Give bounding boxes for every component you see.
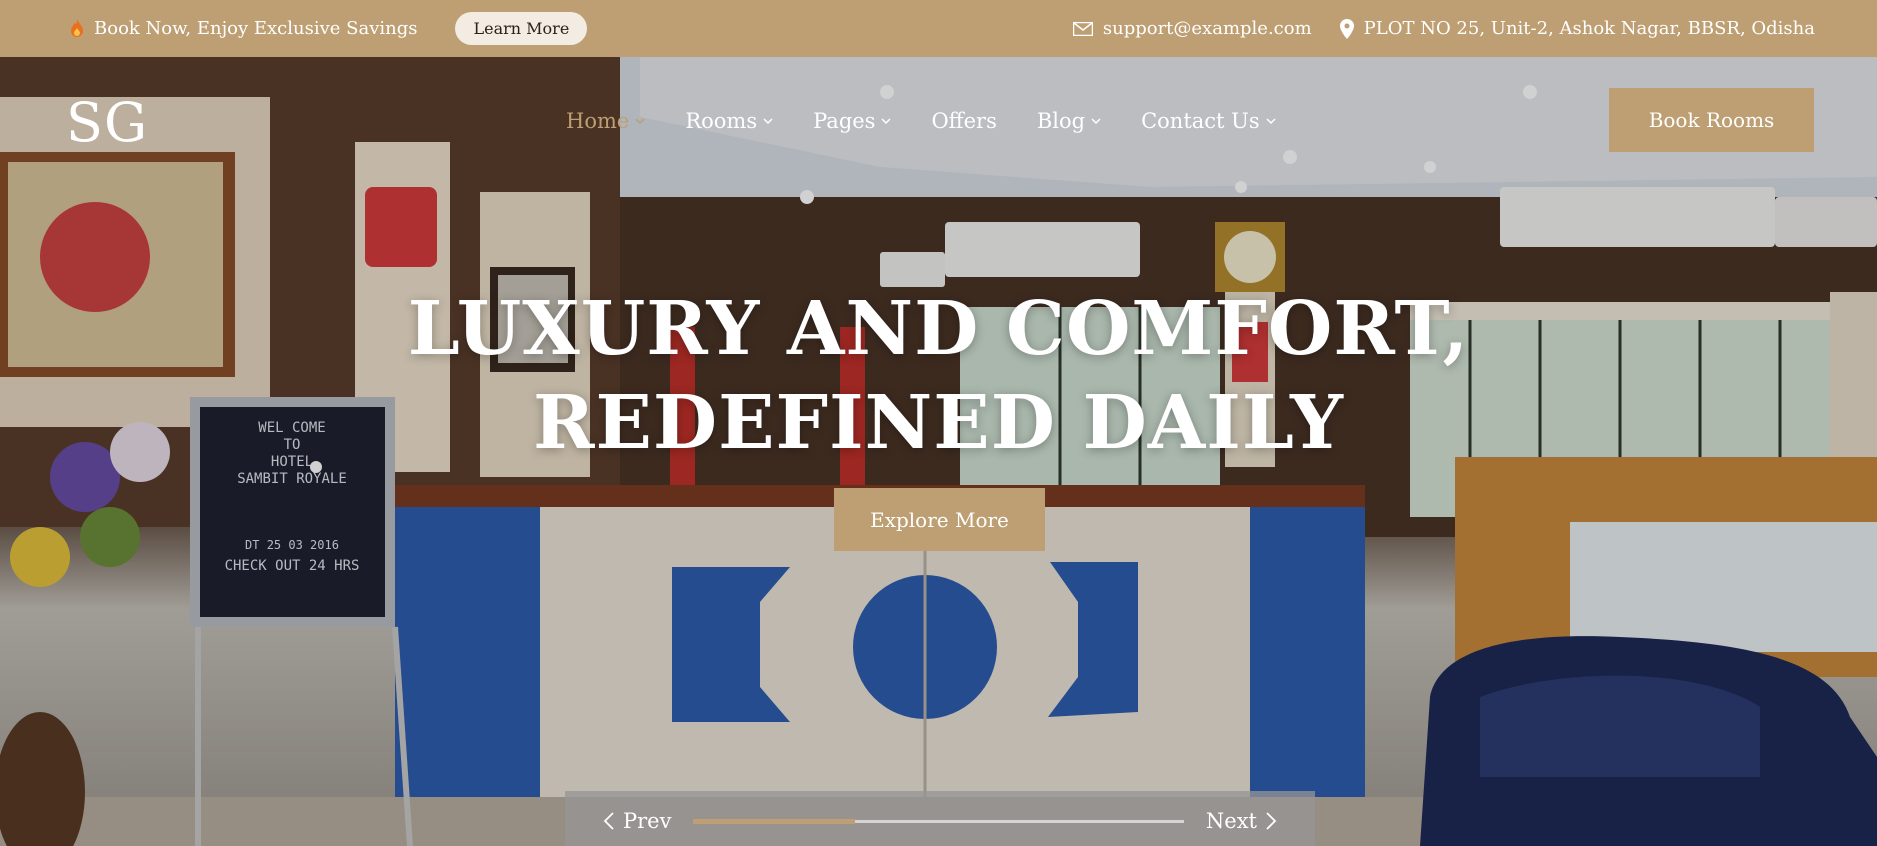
- map-pin-icon: [1339, 18, 1354, 39]
- chevron-down-icon: [763, 118, 773, 125]
- nav-label: Home: [566, 109, 630, 133]
- main-nav: Home Rooms Pages Offers Blog Contact Us: [566, 109, 1276, 133]
- headline-line-2: REDEFINED DAILY: [533, 380, 1344, 466]
- nav-item-contact-us[interactable]: Contact Us: [1141, 109, 1276, 133]
- prev-label: Prev: [623, 809, 672, 833]
- address-text: PLOT NO 25, Unit-2, Ashok Nagar, BBSR, O…: [1363, 18, 1815, 39]
- hero-headline: LUXURY AND COMFORT, REDEFINED DAILY: [0, 282, 1877, 470]
- book-rooms-button[interactable]: Book Rooms: [1609, 88, 1814, 152]
- nav-label: Pages: [813, 109, 876, 133]
- prev-slide-button[interactable]: Prev: [603, 809, 671, 833]
- nav-label: Offers: [931, 109, 997, 133]
- chevron-down-icon: [1091, 118, 1101, 125]
- promo-text: Book Now, Enjoy Exclusive Savings: [94, 18, 418, 39]
- next-label: Next: [1205, 809, 1257, 833]
- nav-label: Blog: [1036, 109, 1086, 133]
- hero-section: WEL COME TO HOTEL SAMBIT ROYALE DT 25 03…: [0, 57, 1877, 846]
- learn-more-button[interactable]: Learn More: [455, 12, 588, 45]
- nav-item-home[interactable]: Home: [566, 109, 645, 133]
- nav-item-rooms[interactable]: Rooms: [685, 109, 773, 133]
- chevron-down-icon: [1266, 118, 1276, 125]
- next-slide-button[interactable]: Next: [1206, 809, 1277, 833]
- nav-item-offers[interactable]: Offers: [931, 109, 996, 133]
- chevron-down-icon: [635, 118, 645, 125]
- email-text: support@example.com: [1102, 18, 1312, 39]
- site-logo[interactable]: SG: [66, 91, 148, 154]
- mail-icon: [1072, 21, 1093, 36]
- email-link[interactable]: support@example.com: [1072, 18, 1312, 39]
- chevron-down-icon: [881, 118, 891, 125]
- arrow-right-icon: [1266, 812, 1277, 830]
- address: PLOT NO 25, Unit-2, Ashok Nagar, BBSR, O…: [1339, 18, 1815, 39]
- top-bar: Book Now, Enjoy Exclusive Savings Learn …: [0, 0, 1877, 57]
- nav-label: Contact Us: [1141, 109, 1260, 133]
- slider-progress-fill: [693, 818, 856, 824]
- promo: Book Now, Enjoy Exclusive Savings Learn …: [70, 12, 588, 45]
- nav-item-pages[interactable]: Pages: [813, 109, 891, 133]
- nav-item-blog[interactable]: Blog: [1037, 109, 1101, 133]
- explore-more-button[interactable]: Explore More: [834, 488, 1045, 551]
- headline-line-1: LUXURY AND COMFORT,: [407, 286, 1470, 372]
- nav-label: Rooms: [685, 109, 758, 133]
- flame-icon: [71, 18, 83, 37]
- slider-controls: Prev Next: [565, 791, 1315, 846]
- contact-info: support@example.com PLOT NO 25, Unit-2, …: [1072, 18, 1815, 39]
- arrow-left-icon: [603, 812, 614, 830]
- slider-progress-track[interactable]: [693, 818, 1184, 824]
